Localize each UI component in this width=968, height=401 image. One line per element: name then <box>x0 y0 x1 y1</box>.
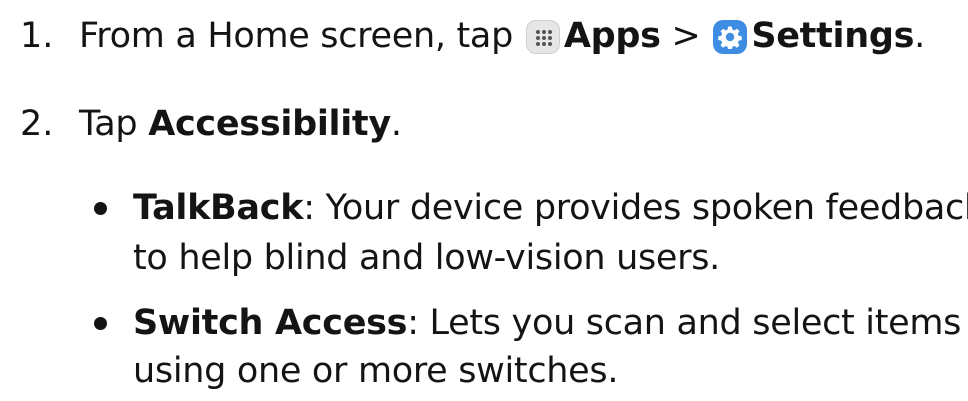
step-number: 1. <box>20 16 54 56</box>
step-2-intro: Tap <box>79 104 149 144</box>
apps-grid-icon <box>525 20 560 54</box>
talkback-text-line-1: : Your device provides spoken feedback <box>303 188 968 228</box>
switch-access-term: Switch Access <box>133 303 408 343</box>
settings-label: Settings <box>751 16 915 56</box>
step-2-text: Tap Accessibility. <box>79 100 402 148</box>
bullet-dot <box>94 317 107 330</box>
talkback-text-line-2: to help blind and low-vision users. <box>133 238 720 278</box>
switch-access-description: Switch Access: Lets you scan and select … <box>133 299 961 347</box>
step-2-period: . <box>390 104 402 144</box>
gear-icon <box>713 20 748 54</box>
step-1-intro: From a Home screen, tap <box>79 16 524 56</box>
bullet-dot <box>94 202 107 215</box>
breadcrumb-separator: > <box>660 16 712 56</box>
step-1-period: . <box>914 16 925 56</box>
accessibility-label: Accessibility <box>148 104 391 144</box>
talkback-description: TalkBack: Your device provides spoken fe… <box>133 184 968 232</box>
switch-access-text-line-1: : Lets you scan and select items <box>407 303 962 343</box>
step-number: 2. <box>20 104 54 144</box>
apps-label: Apps <box>563 16 661 56</box>
switch-access-text-line-2: using one or more switches. <box>133 351 619 391</box>
talkback-term: TalkBack <box>133 188 304 228</box>
step-1-text: From a Home screen, tap Apps > Settings. <box>79 12 925 60</box>
